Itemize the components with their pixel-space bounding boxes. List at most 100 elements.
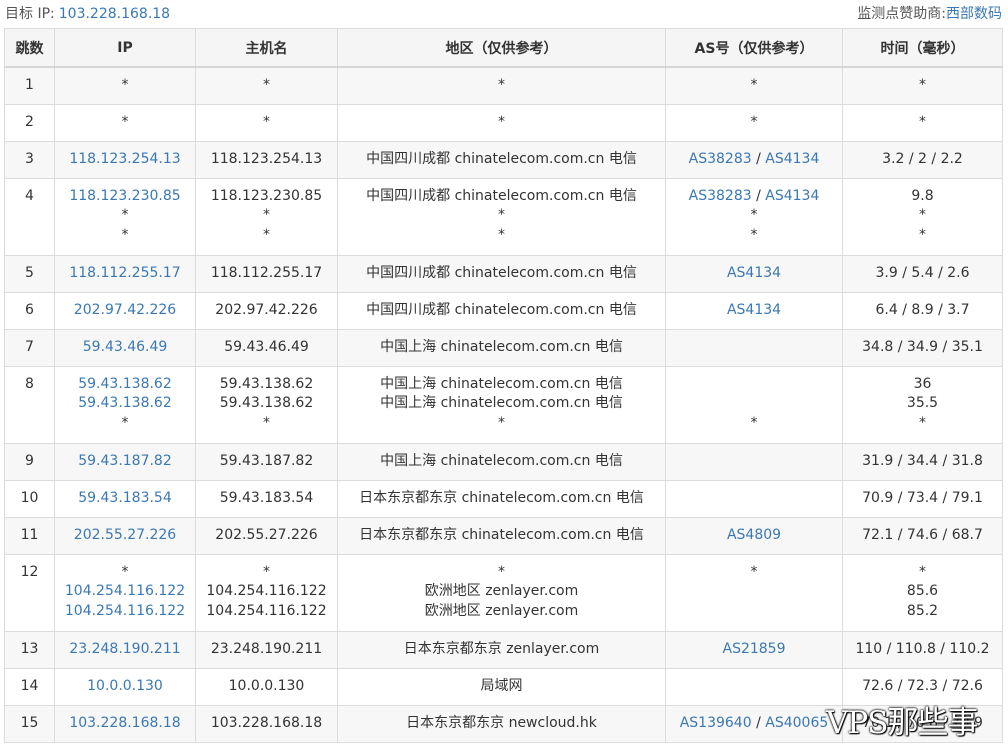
hostname-text: 10.0.0.130 (228, 677, 305, 694)
region-cell: 日本东京都东京 zenlayer.com (337, 630, 666, 669)
ip-link[interactable]: 118.123.230.85 (69, 188, 180, 204)
hop-number: 10 (20, 489, 39, 506)
ip-link[interactable]: 118.123.254.13 (69, 151, 180, 167)
ip-link[interactable]: 59.43.46.49 (83, 339, 168, 355)
as-link[interactable]: AS21859 (723, 641, 786, 657)
region-text: * (498, 563, 505, 580)
ip-cell: * (54, 103, 196, 142)
as-link[interactable]: AS4134 (727, 265, 781, 281)
ip-cell: 59.43.187.82 (54, 442, 196, 481)
as-link[interactable]: AS38283 (689, 188, 752, 204)
region-cell: 日本东京都东京 chinatelecom.com.cn 电信 (337, 516, 666, 555)
time-text: 3.9 / 5.4 / 2.6 (875, 264, 970, 281)
as-cell: * (665, 365, 843, 444)
region-cell: * 欧洲地区 zenlayer.com 欧洲地区 zenlayer.com (337, 553, 666, 632)
col-header-time: 时间（毫秒） (842, 28, 1003, 68)
time-text: 70.9 / 73.4 / 79.1 (862, 489, 983, 506)
table-row: 5 118.112.255.17 118.112.255.17 中国四川成都 chin… (4, 254, 1003, 293)
ip-text: * (121, 77, 129, 93)
ip-link[interactable]: 104.254.116.122 (65, 583, 185, 599)
ip-link[interactable]: 118.112.255.17 (69, 265, 180, 281)
sponsor-link[interactable]: 西部数码 (946, 6, 1002, 22)
time-cell: 70.9 / 73.4 / 79.1 (842, 479, 1003, 518)
region-cell: 中国四川成都 chinatelecom.com.cn 电信 (337, 140, 666, 179)
ip-link[interactable]: 23.248.190.211 (69, 641, 180, 657)
region-text: 中国四川成都 chinatelecom.com.cn 电信 (366, 264, 637, 281)
time-cell: 72.1 / 74.6 / 68.7 (842, 516, 1003, 555)
hostname-text: 118.123.254.13 (210, 150, 323, 167)
as-separator: / (751, 187, 766, 204)
as-cell: AS38283 / AS4134 (665, 140, 843, 179)
watermark: VPS那些事 (826, 705, 978, 741)
as-text: * (750, 77, 758, 93)
region-text: 日本东京都东京 zenlayer.com (403, 640, 600, 657)
region-text: * (498, 113, 505, 130)
time-text: 72.1 / 74.6 / 68.7 (862, 526, 983, 543)
as-link[interactable]: AS40065 (765, 715, 828, 731)
ip-link[interactable]: 10.0.0.130 (87, 678, 163, 694)
region-text: 欧洲地区 zenlayer.com (424, 602, 579, 619)
hostname-cell: 118.123.254.13 (195, 140, 338, 179)
hostname-cell: 118.112.255.17 (195, 254, 338, 293)
as-link[interactable]: AS4134 (765, 151, 819, 167)
ip-link[interactable]: 202.97.42.226 (74, 302, 176, 318)
hostname-text: 118.112.255.17 (210, 264, 323, 281)
ip-link[interactable]: 202.55.27.226 (74, 527, 176, 543)
as-cell: * (665, 66, 843, 105)
time-cell: 9.8 * * (842, 177, 1003, 256)
table-row: 1 * * * * * (4, 66, 1003, 105)
as-cell: AS4134 (665, 254, 843, 293)
as-cell (665, 442, 843, 481)
time-text: * (919, 563, 926, 580)
ip-link[interactable]: 59.43.183.54 (78, 490, 172, 506)
hostname-text: 23.248.190.211 (210, 640, 323, 657)
ip-link[interactable]: 59.43.187.82 (78, 453, 172, 469)
time-cell: 31.9 / 34.4 / 31.8 (842, 442, 1003, 481)
time-text: 6.4 / 8.9 / 3.7 (875, 301, 970, 318)
hostname-cell: 59.43.46.49 (195, 328, 338, 367)
as-link[interactable]: AS4134 (727, 302, 781, 318)
as-link[interactable]: AS4134 (765, 188, 819, 204)
time-cell: 36 35.5 * (842, 365, 1003, 444)
time-cell: 6.4 / 8.9 / 3.7 (842, 291, 1003, 330)
hop-number: 4 (25, 187, 34, 204)
as-link[interactable]: AS139640 (680, 715, 752, 731)
hop-cell: 4 (4, 177, 55, 256)
region-text: 日本东京都东京 chinatelecom.com.cn 电信 (359, 489, 644, 506)
hostname-text: 118.123.230.85 (210, 187, 323, 204)
ip-cell: * (54, 66, 196, 105)
ip-link[interactable]: 59.43.138.62 (78, 395, 172, 411)
time-cell: * (842, 66, 1003, 105)
hostname-text: * (263, 414, 270, 431)
ip-link[interactable]: 59.43.138.62 (78, 376, 172, 392)
time-cell: 3.2 / 2 / 2.2 (842, 140, 1003, 179)
table-row: 2 * * * * * (4, 103, 1003, 142)
time-text: * (919, 414, 926, 431)
ip-link[interactable]: 104.254.116.122 (65, 603, 185, 619)
table-row: 9 59.43.187.82 59.43.187.82 中国上海 chinatelec… (4, 442, 1003, 481)
as-link[interactable]: AS4809 (727, 527, 781, 543)
ip-cell: * 104.254.116.122 104.254.116.122 (54, 553, 196, 632)
hop-cell: 10 (4, 479, 55, 518)
table-row: 13 23.248.190.211 23.248.190.211 日本东京都东京 ze… (4, 630, 1003, 669)
as-link[interactable]: AS38283 (689, 151, 752, 167)
region-text: * (498, 207, 505, 223)
as-text: * (750, 414, 758, 431)
hostname-cell: 59.43.187.82 (195, 442, 338, 481)
table-row: 7 59.43.46.49 59.43.46.49 中国上海 chinatelecom… (4, 328, 1003, 367)
as-cell: * (665, 553, 843, 632)
region-cell: 中国四川成都 chinatelecom.com.cn 电信 (337, 254, 666, 293)
hostname-text: * (263, 207, 270, 223)
hop-cell: 7 (4, 328, 55, 367)
table-row: 8 59.43.138.62 59.43.138.62 * 59.43.138.62 59… (4, 365, 1003, 444)
region-text: * (498, 226, 505, 243)
region-cell: * (337, 103, 666, 142)
region-text: 中国上海 chinatelecom.com.cn 电信 (380, 452, 623, 469)
as-text: * (750, 207, 758, 223)
hop-cell: 14 (4, 667, 55, 706)
ip-cell: 23.248.190.211 (54, 630, 196, 669)
ip-link[interactable]: 103.228.168.18 (69, 715, 180, 731)
region-text: * (498, 77, 505, 93)
ip-text: * (121, 207, 129, 223)
time-text: 36 (913, 375, 932, 392)
